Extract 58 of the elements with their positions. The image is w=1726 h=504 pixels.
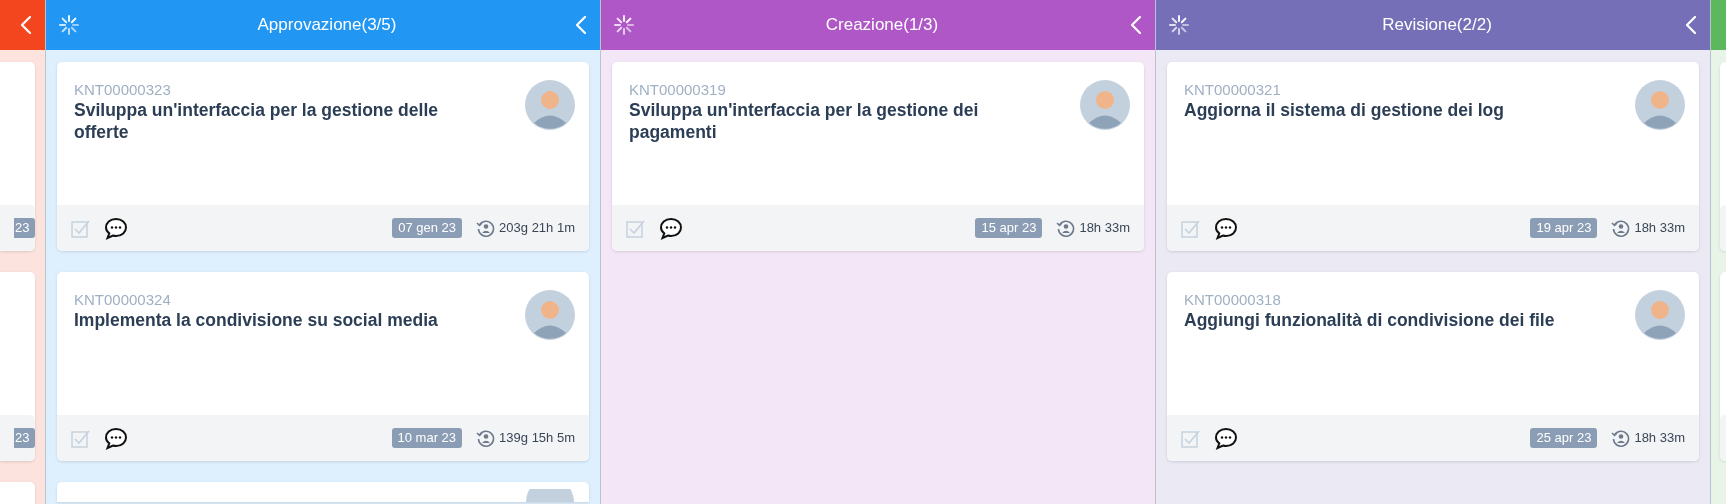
column-title: Revisione(2/2) <box>1381 14 1493 37</box>
avatar-icon <box>1080 80 1130 130</box>
task-card[interactable]: KNT00000324 Implementa la condivisione su social media 10 mar 23 139g 15h 5m <box>57 272 589 461</box>
task-code: KNT00000319 <box>629 80 727 99</box>
elapsed-time: 18h 33m <box>1079 219 1130 238</box>
person-history-icon <box>476 428 496 448</box>
avatar-icon <box>1635 290 1685 340</box>
task-code: KNT00000324 <box>74 290 172 309</box>
task-code: KNT00000321 <box>1184 80 1282 99</box>
elapsed-time: 139g 15h 5m <box>499 429 575 448</box>
task-code: KNT00000318 <box>1184 290 1282 309</box>
avatar-icon <box>1635 80 1685 130</box>
comment-icon[interactable] <box>659 216 683 240</box>
checkbox-icon[interactable] <box>71 428 90 448</box>
task-code: KNT00000323 <box>74 80 172 99</box>
collapse-icon[interactable] <box>574 15 588 35</box>
checkbox-icon[interactable] <box>626 218 645 238</box>
avatar-icon <box>525 80 575 130</box>
avatar-icon <box>525 489 575 502</box>
task-card[interactable]: KNT00000319 Sviluppa un'interfaccia per la gestione dei pagamenti 15 apr 23 18h 33m <box>612 62 1144 251</box>
comment-icon[interactable] <box>1214 426 1238 450</box>
comment-icon[interactable] <box>104 216 128 240</box>
task-title: Aggiorna il sistema di gestione dei log <box>1184 99 1505 121</box>
task-title: Implementa la condivisione su social media <box>74 309 439 331</box>
collapse-icon[interactable] <box>1129 15 1143 35</box>
person-history-icon <box>1611 428 1631 448</box>
checkbox-icon[interactable] <box>71 218 90 238</box>
date-badge: 07 gen 23 <box>392 218 463 238</box>
elapsed-time: 18h 33m <box>1634 219 1685 238</box>
task-card[interactable]: KNT00000318 Aggiungi funzionalità di condivisione dei file 25 apr 23 18h 33m <box>1167 272 1699 461</box>
checkbox-icon[interactable] <box>1181 428 1200 448</box>
date-badge: 15 apr 23 <box>975 218 1043 238</box>
collapse-icon[interactable] <box>19 15 33 35</box>
date-badge: 23 <box>14 218 36 238</box>
avatar-icon <box>525 290 575 340</box>
comment-icon[interactable] <box>1214 216 1238 240</box>
checkbox-icon[interactable] <box>1181 218 1200 238</box>
person-history-icon <box>1056 218 1076 238</box>
task-card[interactable]: KNT00000321 Aggiorna il sistema di gestione dei log 19 apr 23 18h 33m <box>1167 62 1699 251</box>
date-badge: 10 mar 23 <box>391 428 463 448</box>
task-title: Sviluppa un'interfaccia per la gestione delle offerte <box>74 99 439 143</box>
column-title: Creazione(1/3) <box>824 14 940 37</box>
person-history-icon <box>476 218 496 238</box>
spinner-icon <box>58 14 80 36</box>
person-history-icon <box>1611 218 1631 238</box>
column-title: Approvazione(3/5) <box>256 14 398 37</box>
date-badge: 25 apr 23 <box>1530 428 1598 448</box>
task-card[interactable]: KNT00000323 Sviluppa un'interfaccia per la gestione delle offerte 07 gen 23 203g 21h 1m <box>57 62 589 251</box>
spinner-icon <box>1168 14 1190 36</box>
date-badge: 23 <box>14 428 36 448</box>
date-badge: 19 apr 23 <box>1530 218 1598 238</box>
task-title: Aggiungi funzionalità di condivisione dei file <box>1184 309 1556 331</box>
task-title: Sviluppa un'interfaccia per la gestione dei pagamenti <box>629 99 980 143</box>
spinner-icon <box>613 14 635 36</box>
elapsed-time: 18h 33m <box>1634 429 1685 448</box>
elapsed-time: 203g 21h 1m <box>499 219 575 238</box>
collapse-icon[interactable] <box>1684 15 1698 35</box>
comment-icon[interactable] <box>104 426 128 450</box>
